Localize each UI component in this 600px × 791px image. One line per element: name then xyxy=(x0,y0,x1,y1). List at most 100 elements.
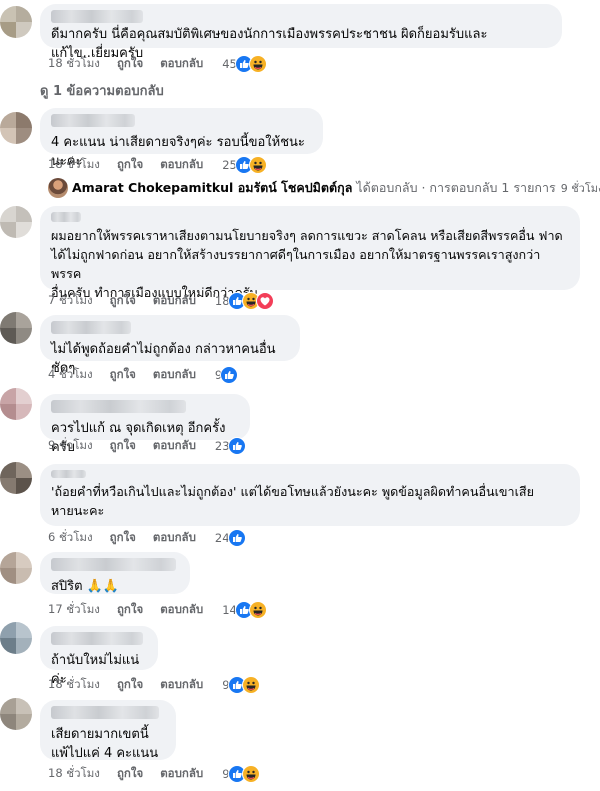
comment-9: เสียดายมากเขตนี้ แพ้ไปแค่ 4 คะแนน 18 ชั่… xyxy=(0,694,600,791)
like-reaction-icon xyxy=(227,437,246,455)
haha-reaction-icon xyxy=(248,156,267,174)
comment-time[interactable]: 6 ชั่วโมง xyxy=(48,529,93,547)
like-button[interactable]: ถูกใจ xyxy=(117,55,143,73)
author-name-blurred[interactable] xyxy=(51,400,186,413)
comment-time[interactable]: 7 ชั่วโมง xyxy=(48,292,93,310)
comment-bubble: ไม่ได้พูดถ้อยคำไม่ถูกต้อง กล่าวหาคนอื่นช… xyxy=(40,315,300,376)
haha-reaction-icon xyxy=(248,601,267,619)
comment-bubble: ถ้านับใหม่ไม่แน่ค่ะ xyxy=(40,626,158,687)
comment-actions: 18 ชั่วโมง ถูกใจ ตอบกลับ 45 xyxy=(48,55,267,73)
like-reaction-icon xyxy=(220,366,239,384)
comment-text: 'ถ้อยคำที่หวือเกินไปและไม่ถูกต้อง' แต่ได… xyxy=(51,484,534,518)
reply-summary-text: ได้ตอบกลับ · การตอบกลับ 1 รายการ xyxy=(356,180,556,195)
reply-summary-time: 9 ชั่วโมง xyxy=(560,182,600,195)
comment-text: เสียดายมากเขตนี้ แพ้ไปแค่ 4 คะแนน xyxy=(51,727,159,761)
comment-actions: 18 ชั่วโมง ถูกใจ ตอบกลับ 9 xyxy=(48,765,260,783)
avatar[interactable] xyxy=(0,462,32,494)
comment-bubble: 'ถ้อยคำที่หวือเกินไปและไม่ถูกต้อง' แต่ได… xyxy=(40,464,580,526)
reply-button[interactable]: ตอบกลับ xyxy=(160,765,203,783)
author-name-blurred[interactable] xyxy=(51,470,86,478)
comment-bubble: 4 คะแนน น่าเสียดายจริงๆค่ะ รอบนี้ขอให้ชน… xyxy=(40,108,323,169)
reaction-summary[interactable]: 45 xyxy=(222,55,267,73)
author-name-blurred[interactable] xyxy=(51,321,131,334)
comment-4: ไม่ได้พูดถ้อยคำไม่ถูกต้อง กล่าวหาคนอื่นช… xyxy=(0,310,600,388)
view-replies-link[interactable]: ดู 1 ข้อความตอบกลับ xyxy=(40,80,164,101)
like-button[interactable]: ถูกใจ xyxy=(110,366,136,384)
like-button[interactable]: ถูกใจ xyxy=(117,765,143,783)
reply-button[interactable]: ตอบกลับ xyxy=(153,437,196,455)
reaction-summary[interactable]: 24 xyxy=(215,529,246,547)
comment-6: 'ถ้อยคำที่หวือเกินไปและไม่ถูกต้อง' แต่ได… xyxy=(0,460,600,550)
reaction-summary[interactable]: 14 xyxy=(222,601,267,619)
author-name-blurred[interactable] xyxy=(51,10,143,23)
comment-text: สปิริต 🙏🙏 xyxy=(51,579,120,594)
replier-avatar xyxy=(48,178,68,198)
comment-bubble: สปิริต 🙏🙏 xyxy=(40,552,190,594)
comment-1: ดีมากครับ นี่คือคุณสมบัติพิเศษของนักการเ… xyxy=(0,0,600,80)
comment-7: สปิริต 🙏🙏 17 ชั่วโมง ถูกใจ ตอบกลับ 14 xyxy=(0,548,600,622)
love-reaction-icon xyxy=(255,292,274,310)
reply-button[interactable]: ตอบกลับ xyxy=(160,156,203,174)
comment-bubble: ดีมากครับ นี่คือคุณสมบัติพิเศษของนักการเ… xyxy=(40,4,562,61)
comment-actions: 18 ชั่วโมง ถูกใจ ตอบกลับ 9 xyxy=(48,676,260,694)
author-name-blurred[interactable] xyxy=(51,632,143,645)
comment-bubble: เสียดายมากเขตนี้ แพ้ไปแค่ 4 คะแนน xyxy=(40,700,176,761)
avatar[interactable] xyxy=(0,622,32,654)
author-name-blurred[interactable] xyxy=(51,558,176,571)
reply-summary[interactable]: Amarat Chokepamitkul อมรัตน์ โชคปมิตต์กุ… xyxy=(48,178,600,198)
comment-3: ผมอยากให้พรรคเราหาเสียงตามนโยบายจริงๆ ลด… xyxy=(0,200,600,310)
comment-actions: 18 ชั่วโมง ถูกใจ ตอบกลับ 25 xyxy=(48,156,267,174)
comment-time[interactable]: 18 ชั่วโมง xyxy=(48,156,100,174)
haha-reaction-icon xyxy=(241,676,260,694)
comment-text: ผมอยากให้พรรคเราหาเสียงตามนโยบายจริงๆ ลด… xyxy=(51,228,563,300)
reply-button[interactable]: ตอบกลับ xyxy=(160,676,203,694)
reaction-summary[interactable]: 9 xyxy=(222,676,260,694)
like-button[interactable]: ถูกใจ xyxy=(110,437,136,455)
comment-bubble: ควรไปแก้ ณ จุดเกิดเหตุ อีกครั้งครับ xyxy=(40,394,250,455)
reply-button[interactable]: ตอบกลับ xyxy=(153,366,196,384)
avatar[interactable] xyxy=(0,6,32,38)
reaction-summary[interactable]: 23 xyxy=(215,437,246,455)
replier-name[interactable]: Amarat Chokepamitkul อมรัตน์ โชคปมิตต์กุ… xyxy=(72,178,352,198)
avatar[interactable] xyxy=(0,206,32,238)
reaction-summary[interactable]: 9 xyxy=(215,366,239,384)
reply-button[interactable]: ตอบกลับ xyxy=(153,529,196,547)
reply-button[interactable]: ตอบกลับ xyxy=(153,292,196,310)
like-reaction-icon xyxy=(227,529,246,547)
reaction-summary[interactable]: 9 xyxy=(222,765,260,783)
like-button[interactable]: ถูกใจ xyxy=(117,676,143,694)
comment-time[interactable]: 18 ชั่วโมง xyxy=(48,676,100,694)
comment-actions: 7 ชั่วโมง ถูกใจ ตอบกลับ 18 xyxy=(48,292,274,310)
avatar[interactable] xyxy=(0,698,32,730)
comment-time[interactable]: 17 ชั่วโมง xyxy=(48,601,100,619)
comment-actions: 4 ชั่วโมง ถูกใจ ตอบกลับ 9 xyxy=(48,366,239,384)
haha-reaction-icon xyxy=(248,55,267,73)
reply-button[interactable]: ตอบกลับ xyxy=(160,55,203,73)
like-button[interactable]: ถูกใจ xyxy=(117,156,143,174)
comment-actions: 9 ชั่วโมง ถูกใจ ตอบกลับ 23 xyxy=(48,437,246,455)
comment-time[interactable]: 4 ชั่วโมง xyxy=(48,366,93,384)
avatar[interactable] xyxy=(0,552,32,584)
reply-button[interactable]: ตอบกลับ xyxy=(160,601,203,619)
comment-time[interactable]: 9 ชั่วโมง xyxy=(48,437,93,455)
avatar[interactable] xyxy=(0,388,32,420)
comment-bubble: ผมอยากให้พรรคเราหาเสียงตามนโยบายจริงๆ ลด… xyxy=(40,206,580,300)
author-name-blurred[interactable] xyxy=(51,706,159,719)
like-button[interactable]: ถูกใจ xyxy=(110,529,136,547)
comment-time[interactable]: 18 ชั่วโมง xyxy=(48,55,100,73)
reaction-summary[interactable]: 18 xyxy=(215,292,274,310)
reaction-summary[interactable]: 25 xyxy=(222,156,267,174)
author-name-blurred[interactable] xyxy=(51,114,135,127)
avatar[interactable] xyxy=(0,112,32,144)
comment-8: ถ้านับใหม่ไม่แน่ค่ะ 18 ชั่วโมง ถูกใจ ตอบ… xyxy=(0,620,600,696)
comment-5: ควรไปแก้ ณ จุดเกิดเหตุ อีกครั้งครับ 9 ชั… xyxy=(0,386,600,462)
haha-reaction-icon xyxy=(241,765,260,783)
comment-2: 4 คะแนน น่าเสียดายจริงๆค่ะ รอบนี้ขอให้ชน… xyxy=(0,100,600,180)
like-button[interactable]: ถูกใจ xyxy=(110,292,136,310)
comment-actions: 6 ชั่วโมง ถูกใจ ตอบกลับ 24 xyxy=(48,529,246,547)
avatar[interactable] xyxy=(0,312,32,344)
like-button[interactable]: ถูกใจ xyxy=(117,601,143,619)
comment-time[interactable]: 18 ชั่วโมง xyxy=(48,765,100,783)
author-name-blurred[interactable] xyxy=(51,212,81,222)
comment-actions: 17 ชั่วโมง ถูกใจ ตอบกลับ 14 xyxy=(48,601,267,619)
